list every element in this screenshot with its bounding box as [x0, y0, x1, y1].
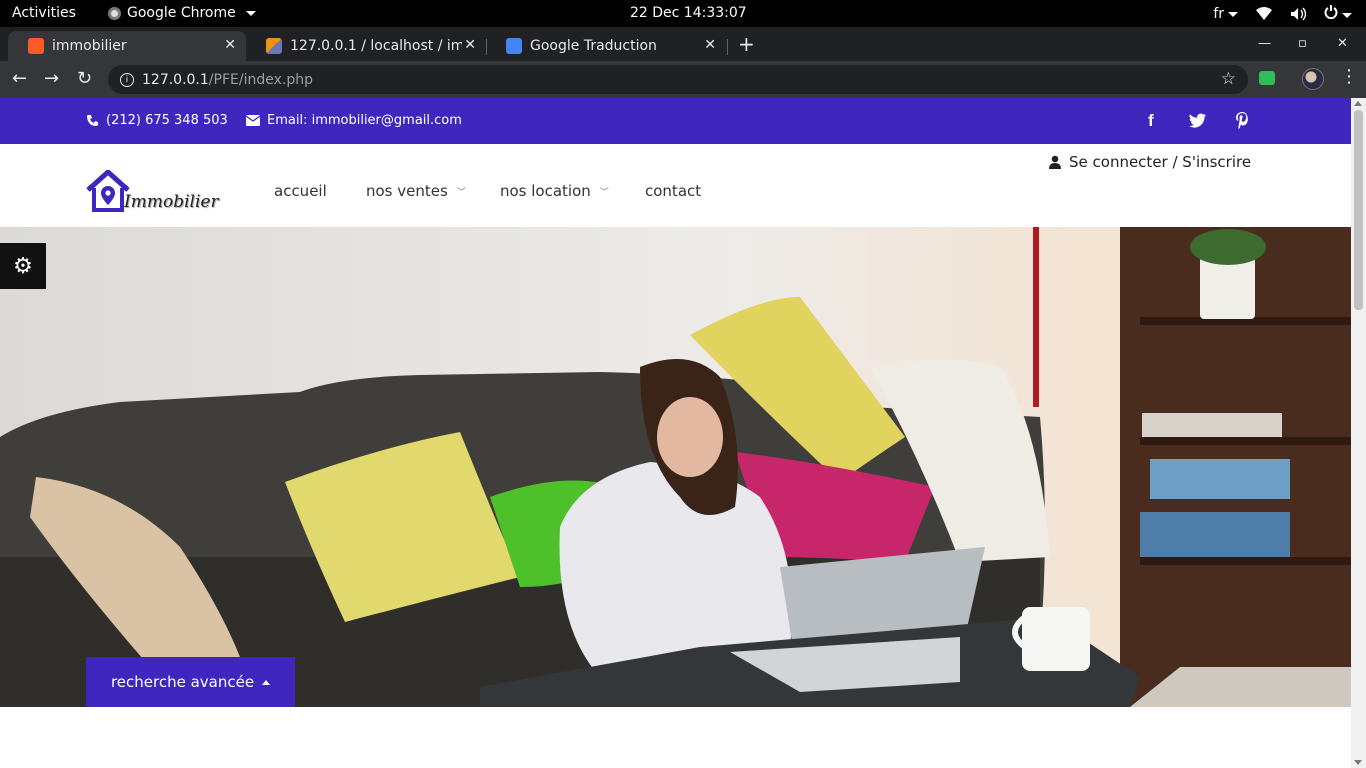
nav-accueil[interactable]: accueil	[274, 182, 327, 200]
advanced-search-button[interactable]: recherche avancée	[86, 657, 295, 707]
email-info: Email: immobilier@gmail.com	[246, 113, 462, 128]
contact-bar: (212) 675 348 503 Email: immobilier@gmai…	[0, 98, 1351, 144]
login-link[interactable]: Se connecter / S'inscrire	[1049, 153, 1251, 171]
bookmark-star-icon[interactable]: ☆	[1221, 69, 1236, 89]
tab-strip: immobilier ✕ 127.0.0.1 / localhost / imm…	[0, 27, 1366, 61]
tab-separator	[727, 39, 728, 55]
google-translate-favicon-icon	[506, 38, 522, 54]
power-menu[interactable]	[1324, 5, 1352, 23]
phone-number: (212) 675 348 503	[106, 113, 228, 128]
url-path: /PFE/index.php	[208, 71, 313, 88]
page-scrollbar[interactable]	[1351, 98, 1366, 768]
back-icon[interactable]: ←	[12, 69, 27, 89]
user-icon	[1049, 155, 1061, 169]
tab-title: immobilier	[52, 38, 127, 54]
info-icon[interactable]: i	[120, 72, 134, 87]
logo-text: Immobilier	[124, 192, 219, 212]
system-top-bar: Activities Google Chrome 22 Dec 14:33:07…	[0, 0, 1366, 27]
forward-icon[interactable]: →	[44, 69, 59, 89]
nav-label: accueil	[274, 182, 327, 200]
web-page: (212) 675 348 503 Email: immobilier@gmai…	[0, 98, 1351, 768]
app-menu[interactable]: Google Chrome	[108, 5, 256, 21]
chevron-down-icon	[1342, 12, 1352, 18]
system-tray[interactable]: fr	[1213, 5, 1352, 23]
new-tab-icon[interactable]: +	[738, 32, 755, 56]
phone-icon	[87, 115, 98, 126]
menu-kebab-icon[interactable]: ⋮	[1340, 66, 1358, 87]
chevron-down-icon	[1228, 11, 1238, 17]
power-icon	[1324, 5, 1338, 20]
twitter-icon[interactable]	[1189, 113, 1207, 128]
site-header: Immobilier accueil nos ventes ﹀ nos loca…	[0, 144, 1351, 227]
close-window-icon[interactable]: ✕	[1337, 36, 1348, 51]
address-bar[interactable]: i 127.0.0.1/PFE/index.php ☆	[108, 65, 1248, 94]
tab-title: Google Traduction	[530, 38, 657, 54]
close-tab-icon[interactable]: ✕	[224, 37, 236, 53]
nav-label: nos location	[500, 182, 591, 200]
pinterest-icon[interactable]	[1236, 112, 1249, 129]
email-address: Email: immobilier@gmail.com	[267, 113, 462, 128]
tab-title: 127.0.0.1 / localhost / imm	[290, 38, 462, 54]
advanced-search-label: recherche avancée	[110, 673, 255, 691]
envelope-icon	[246, 115, 260, 126]
app-name: Google Chrome	[127, 5, 236, 21]
keyboard-layout-label: fr	[1213, 6, 1224, 22]
reload-icon[interactable]: ↻	[77, 69, 92, 89]
close-tab-icon[interactable]: ✕	[464, 37, 476, 53]
hero-image	[0, 227, 1351, 707]
minimize-icon[interactable]: —	[1258, 36, 1271, 51]
activities-button[interactable]: Activities	[12, 5, 76, 21]
login-label: Se connecter / S'inscrire	[1069, 153, 1252, 171]
url-host: 127.0.0.1	[142, 71, 209, 88]
nav-nos-location[interactable]: nos location ﹀	[500, 182, 609, 200]
caret-up-icon	[262, 679, 271, 685]
phpmyadmin-favicon-icon	[266, 38, 282, 54]
tab-google-traduction[interactable]: Google Traduction ✕	[486, 31, 726, 61]
maximize-icon[interactable]: ▫	[1298, 36, 1307, 51]
phone-info: (212) 675 348 503	[86, 113, 228, 128]
site-logo[interactable]: Immobilier	[86, 170, 219, 216]
nav-nos-ventes[interactable]: nos ventes ﹀	[366, 182, 466, 200]
chevron-down-icon	[245, 10, 256, 16]
hero-photo	[0, 227, 1351, 707]
nav-label: nos ventes	[366, 182, 448, 200]
scroll-down-icon[interactable]	[1354, 760, 1362, 765]
chrome-icon	[108, 6, 121, 20]
close-tab-icon[interactable]: ✕	[704, 37, 716, 53]
chevron-down-icon: ﹀	[599, 187, 609, 198]
tab-immobilier[interactable]: immobilier ✕	[8, 31, 246, 61]
keyboard-layout[interactable]: fr	[1213, 6, 1238, 22]
scrollbar-thumb[interactable]	[1354, 110, 1363, 310]
volume-icon	[1291, 7, 1306, 21]
chevron-down-icon: ﹀	[456, 187, 466, 198]
nav-label: contact	[645, 182, 702, 200]
facebook-icon[interactable]: f	[1148, 111, 1154, 131]
site-favicon-icon	[28, 38, 44, 54]
tab-phpmyadmin[interactable]: 127.0.0.1 / localhost / imm ✕	[246, 31, 486, 61]
wifi-icon	[1256, 7, 1272, 20]
scroll-up-icon[interactable]	[1354, 101, 1362, 106]
browser-toolbar: ← → ↻ i 127.0.0.1/PFE/index.php ☆	[0, 61, 1366, 98]
extension-icon[interactable]	[1259, 71, 1275, 85]
gear-icon: ⚙	[13, 253, 33, 279]
profile-avatar[interactable]	[1302, 68, 1324, 90]
nav-contact[interactable]: contact	[645, 182, 701, 200]
settings-toggle[interactable]: ⚙	[0, 243, 46, 289]
clock[interactable]: 22 Dec 14:33:07	[630, 5, 747, 21]
